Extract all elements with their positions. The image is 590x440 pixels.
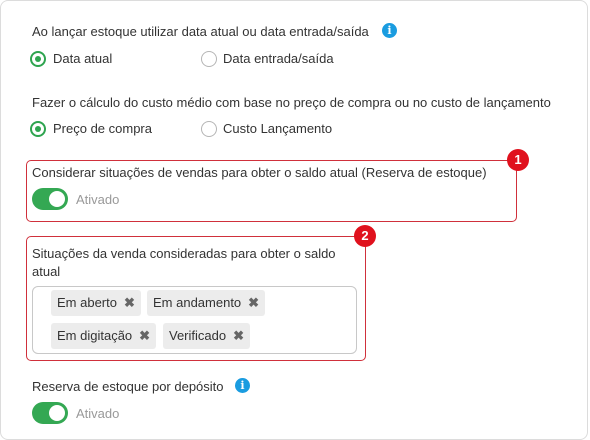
radio-custo-lancamento[interactable] (201, 121, 217, 137)
close-icon[interactable]: ✖ (124, 295, 135, 310)
tag-label: Verificado (169, 328, 227, 343)
radio-data-entrada-saida[interactable] (201, 51, 217, 67)
radio-data-entrada-saida-label[interactable]: Data entrada/saída (223, 51, 334, 66)
annotation-badge-2: 2 (354, 225, 376, 247)
radio-data-atual-label[interactable]: Data atual (53, 51, 112, 66)
close-icon[interactable]: ✖ (139, 328, 150, 343)
reserve-by-warehouse-toggle[interactable] (32, 402, 68, 424)
radio-data-atual[interactable] (30, 51, 46, 67)
annotation-badge-1: 1 (507, 149, 529, 171)
info-icon[interactable]: i (382, 23, 397, 38)
reserve-by-warehouse-toggle-text: Ativado (76, 406, 120, 421)
tag-label: Em andamento (153, 295, 242, 310)
info-icon[interactable]: i (235, 378, 250, 393)
avg-cost-label: Fazer o cálculo do custo médio com base … (32, 95, 551, 110)
tag-em-andamento: Em andamento ✖ (147, 290, 266, 316)
reserve-sales-toggle[interactable] (32, 188, 68, 210)
tag-verificado: Verificado ✖ (163, 323, 250, 349)
radio-preco-compra-label[interactable]: Preço de compra (53, 121, 152, 136)
stock-date-label: Ao lançar estoque utilizar data atual ou… (32, 24, 369, 39)
tag-em-digitacao: Em digitação ✖ (51, 323, 157, 349)
tag-label: Em digitação (57, 328, 133, 343)
tag-label: Em aberto (57, 295, 117, 310)
reserve-sales-toggle-text: Ativado (76, 192, 120, 207)
radio-preco-compra[interactable] (30, 121, 46, 137)
reserve-sales-label: Considerar situações de vendas para obte… (32, 165, 487, 180)
close-icon[interactable]: ✖ (233, 328, 244, 343)
radio-custo-lancamento-label[interactable]: Custo Lançamento (223, 121, 332, 136)
sale-statuses-label-line1: Situações da venda consideradas para obt… (32, 246, 336, 261)
close-icon[interactable]: ✖ (248, 295, 259, 310)
reserve-by-warehouse-label: Reserva de estoque por depósito (32, 379, 224, 394)
tag-em-aberto: Em aberto ✖ (51, 290, 141, 316)
sale-statuses-label-line2: atual (32, 264, 61, 279)
